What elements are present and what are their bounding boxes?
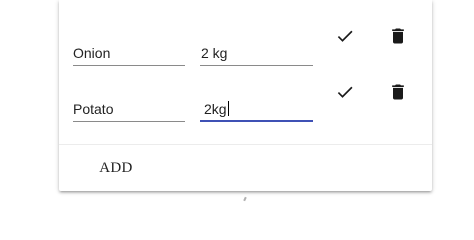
decorative-mark bbox=[243, 196, 247, 202]
item-name-value: Potato bbox=[73, 101, 114, 117]
delete-item-button[interactable] bbox=[384, 78, 412, 106]
card-divider bbox=[59, 144, 432, 145]
item-name-value: Onion bbox=[73, 45, 111, 61]
text-caret bbox=[227, 101, 229, 116]
item-quantity-field-focused[interactable]: 2kg bbox=[200, 100, 313, 122]
item-quantity-text: 2kg bbox=[204, 101, 227, 117]
check-icon bbox=[337, 30, 353, 42]
trash-icon bbox=[392, 28, 404, 44]
item-name-field[interactable]: Onion bbox=[73, 44, 185, 66]
list-item: Potato 2kg bbox=[59, 78, 432, 128]
item-quantity-value: 2 kg bbox=[201, 45, 228, 61]
item-name-field[interactable]: Potato bbox=[73, 100, 185, 122]
trash-icon bbox=[392, 84, 404, 100]
list-item: Onion 2 kg bbox=[59, 22, 432, 72]
add-item-button[interactable]: ADD bbox=[83, 153, 149, 183]
confirm-item-button[interactable] bbox=[331, 22, 359, 50]
delete-item-button[interactable] bbox=[384, 22, 412, 50]
confirm-item-button[interactable] bbox=[331, 78, 359, 106]
item-quantity-value: 2kg bbox=[200, 101, 229, 117]
item-quantity-field[interactable]: 2 kg bbox=[200, 44, 313, 66]
item-list-card: Onion 2 kg Potato 2kg ADD bbox=[59, 0, 432, 191]
check-icon bbox=[337, 86, 353, 98]
page: Onion 2 kg Potato 2kg ADD bbox=[0, 0, 474, 206]
